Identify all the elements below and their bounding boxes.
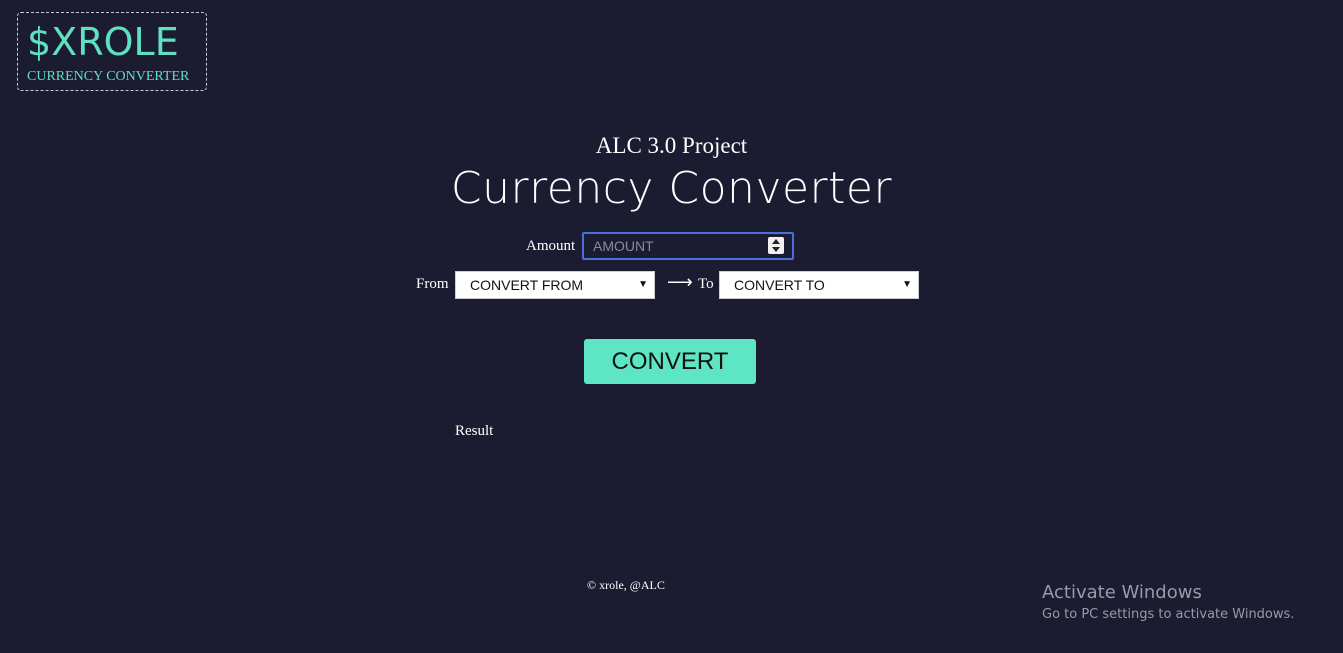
convert-from-value: CONVERT FROM [470, 277, 584, 293]
logo-title: $XROLE [27, 20, 179, 64]
result-label: Result [455, 423, 494, 439]
project-heading: ALC 3.0 Project [595, 133, 748, 158]
spinner-up-icon[interactable] [772, 239, 780, 244]
right-arrow-icon: ⟶ [667, 272, 693, 293]
to-label: To [698, 276, 714, 292]
number-spinner-icon[interactable] [768, 237, 784, 254]
dropdown-triangle-icon: ▼ [638, 279, 648, 290]
activate-windows-title: Activate Windows [1042, 582, 1202, 603]
logo: $XROLE CURRENCY CONVERTER [17, 12, 207, 91]
from-label: From [416, 276, 449, 292]
page-title: Currency Converter [450, 163, 893, 214]
convert-to-select[interactable]: CONVERT TO ▼ [719, 271, 919, 299]
dropdown-triangle-icon: ▼ [902, 279, 912, 290]
convert-button[interactable]: CONVERT [584, 339, 756, 384]
amount-label: Amount [526, 238, 576, 254]
amount-input[interactable] [582, 232, 794, 260]
footer-copyright: © xrole, @ALC [587, 578, 665, 592]
convert-to-value: CONVERT TO [734, 277, 825, 293]
activate-windows-subtitle: Go to PC settings to activate Windows. [1042, 607, 1295, 622]
spinner-down-icon[interactable] [772, 247, 780, 252]
logo-subtitle: CURRENCY CONVERTER [27, 69, 190, 84]
convert-from-select[interactable]: CONVERT FROM ▼ [455, 271, 655, 299]
